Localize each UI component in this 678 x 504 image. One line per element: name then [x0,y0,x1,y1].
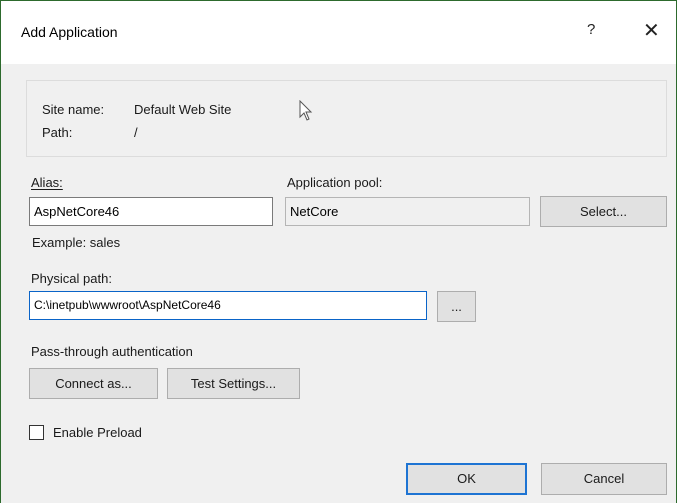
alias-label: Alias: [31,175,63,190]
alias-example-text: Example: sales [32,235,121,250]
site-name-label: Site name: [42,102,105,117]
title-bar: Add Application ? ✕ [1,1,676,64]
close-button[interactable]: ✕ [643,18,660,43]
path-label: Path: [42,125,73,140]
ok-button[interactable]: OK [406,463,527,495]
path-value: / [134,125,138,140]
connect-as-button[interactable]: Connect as... [29,368,158,399]
enable-preload-label: Enable Preload [53,425,142,440]
mouse-pointer-icon [299,100,313,121]
site-name-value: Default Web Site [134,102,232,117]
dialog-title: Add Application [21,24,118,40]
enable-preload-checkbox[interactable] [29,425,44,440]
add-application-dialog: Add Application ? ✕ Site name: Default W… [0,0,677,503]
physical-path-input[interactable]: C:\inetpub\wwwroot\AspNetCore46 [29,291,427,320]
browse-path-button[interactable]: ... [437,291,476,322]
test-settings-button[interactable]: Test Settings... [167,368,300,399]
help-button[interactable]: ? [587,21,595,38]
select-app-pool-button[interactable]: Select... [540,196,667,227]
alias-input[interactable]: AspNetCore46 [29,197,273,226]
app-pool-label: Application pool: [287,175,383,190]
app-pool-field: NetCore [285,197,530,226]
physical-path-label: Physical path: [31,271,112,286]
site-info-panel [26,80,667,157]
pass-through-auth-label: Pass-through authentication [31,344,193,359]
cancel-button[interactable]: Cancel [541,463,667,495]
